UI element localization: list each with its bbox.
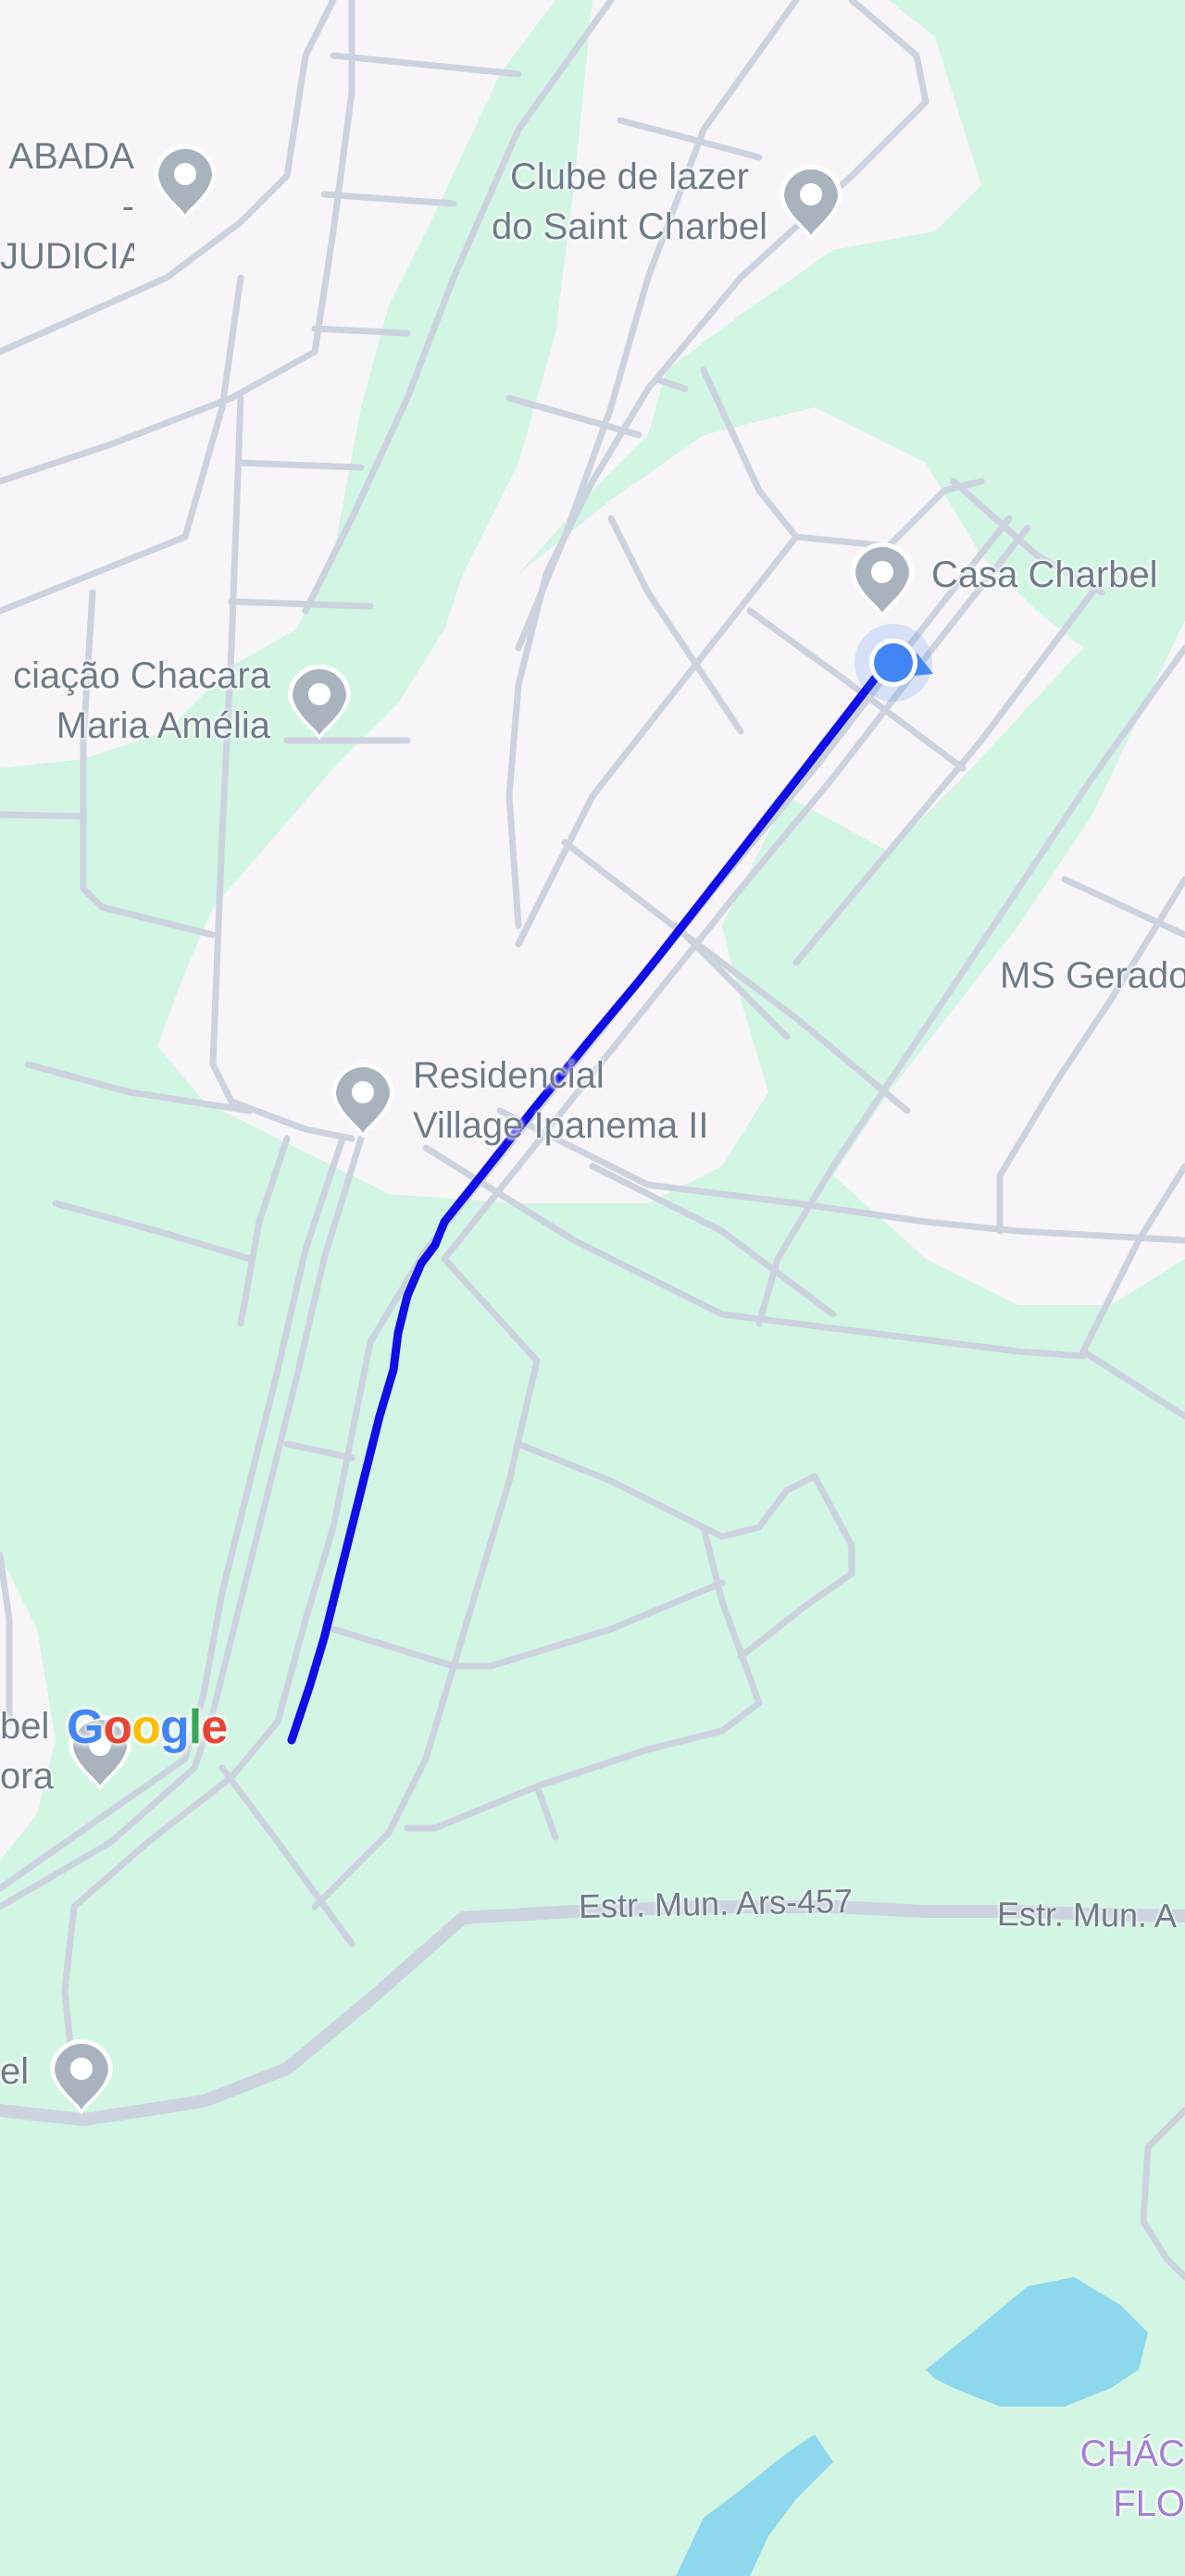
road-sw-5 (52, 1200, 254, 1263)
road-label-estrada-1: Estr. Mun. Ars-457 (578, 1881, 854, 1925)
google-logo-letter: G (67, 1700, 104, 1754)
road-south-2 (515, 1440, 855, 1661)
road-south-1 (311, 1255, 541, 1910)
place-label-abada[interactable]: ABADA - JUDICIAL (0, 131, 134, 281)
place-label-residencial[interactable]: Residencial Village Ipanema II (413, 1051, 708, 1151)
urban-areas (0, 0, 1185, 1860)
place-label-associacao[interactable]: ciação Chacara Maria Amélia (0, 651, 270, 751)
road-south-8 (1140, 2107, 1185, 2281)
road-estrada (0, 1900, 1185, 2126)
google-logo-letter: o (103, 1700, 132, 1754)
google-logo-letter: o (131, 1700, 161, 1754)
place-associacao-pin-icon[interactable] (284, 659, 355, 742)
road-grid-5 (228, 598, 374, 610)
water-bodies (676, 2277, 1148, 2576)
road-label-estrada-2: Estr. Mun. A (996, 1895, 1178, 1935)
place-label-casa-charbel[interactable]: Casa Charbel (931, 550, 1158, 600)
road-south-4 (404, 1524, 763, 1832)
road-cross-3 (1079, 1348, 1185, 1420)
place-el-pin-icon[interactable] (46, 2034, 117, 2117)
place-label-chacara[interactable]: CHÁC FLO (1000, 2429, 1185, 2529)
place-label-bottom-left[interactable]: bel ora (0, 1701, 54, 1801)
place-casa-charbel-pin-icon[interactable] (847, 537, 917, 620)
place-abada-pin-icon[interactable] (150, 139, 220, 222)
place-label-el[interactable]: el (0, 2047, 29, 2097)
road-sw-6 (283, 1440, 356, 1462)
google-logo-letter: g (159, 1700, 190, 1754)
road-grid-6 (0, 811, 87, 820)
google-logo-letter: l (188, 1700, 202, 1754)
map-canvas[interactable] (0, 0, 1185, 2576)
road-south-5 (533, 1783, 559, 1841)
place-residencial-pin-icon[interactable] (328, 1057, 398, 1140)
road-sw-3 (237, 1135, 291, 1327)
road-grid-3 (311, 325, 411, 337)
google-logo: Google (67, 1699, 228, 1755)
google-logo-letter: e (201, 1700, 228, 1754)
place-label-ms-gerado[interactable]: MS Gerado (1000, 951, 1185, 1001)
lake-south (676, 2434, 833, 2576)
road-south-6 (218, 1764, 356, 1948)
road-south-3 (330, 1579, 726, 1670)
location-dot (874, 643, 913, 682)
road-grid-4 (237, 459, 365, 471)
lake-east (926, 2277, 1148, 2407)
place-label-clube[interactable]: Clube de lazer do Saint Charbel (454, 152, 805, 252)
